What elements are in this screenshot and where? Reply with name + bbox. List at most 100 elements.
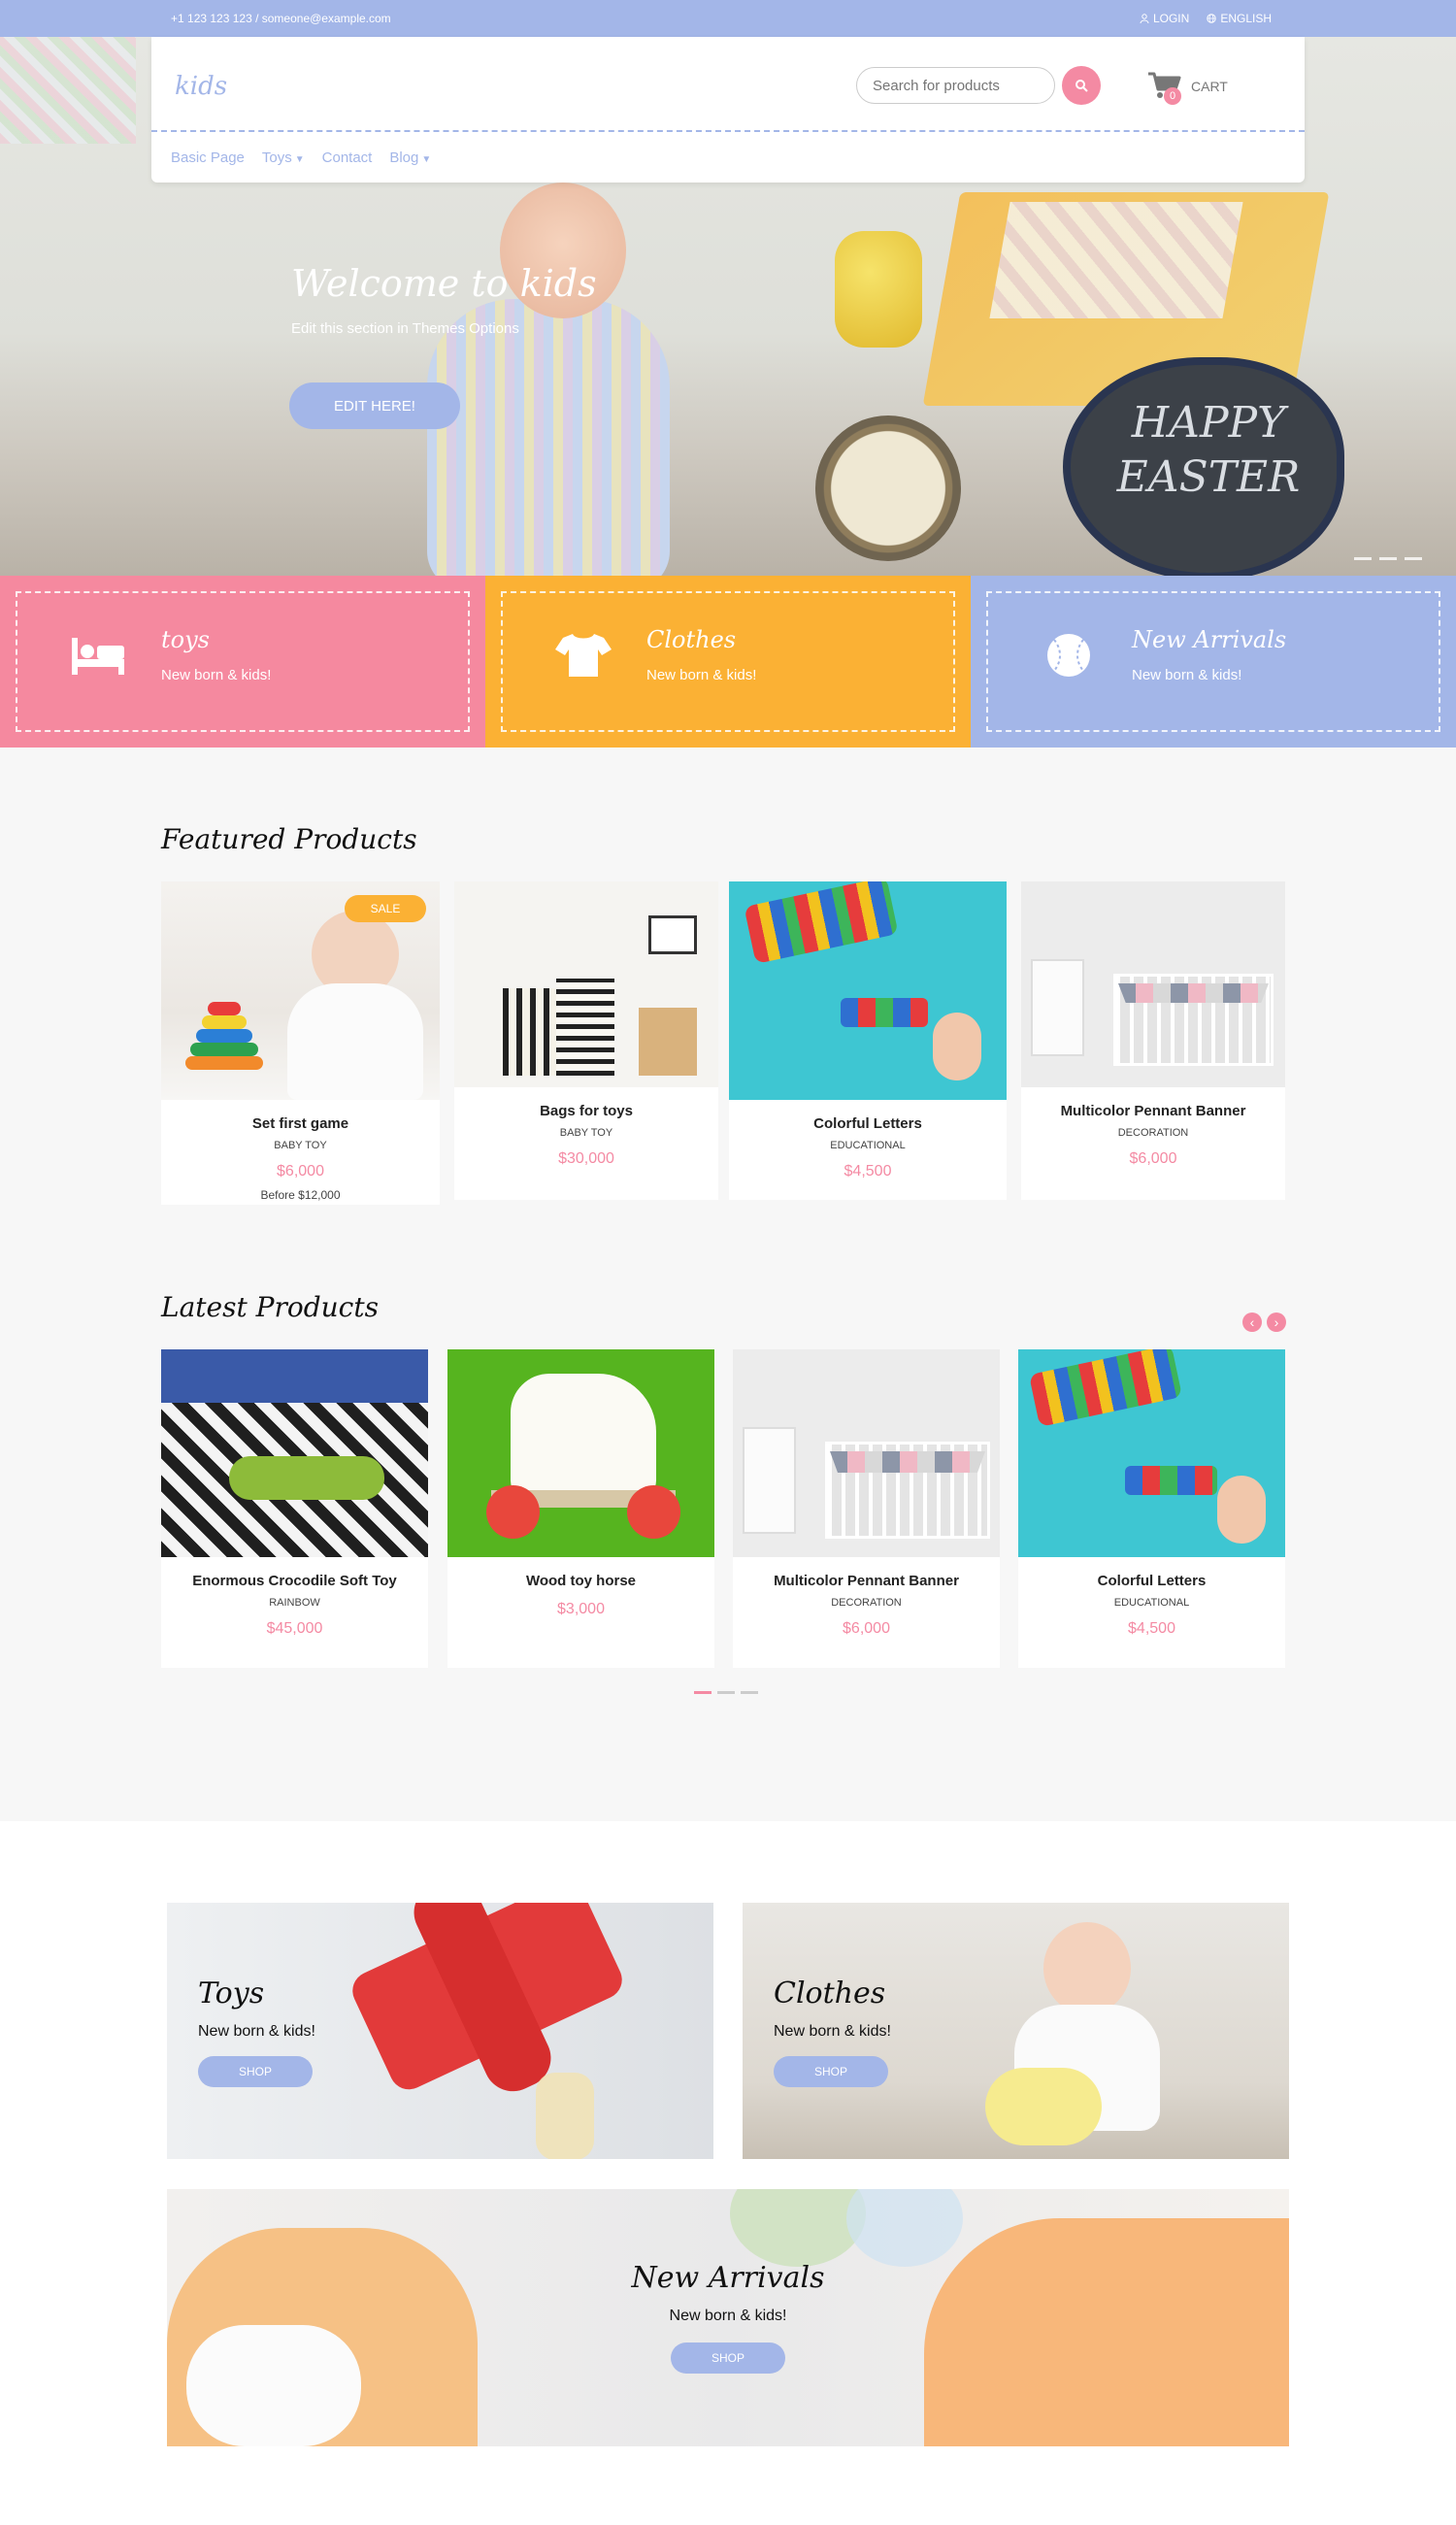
main-nav: Basic Page Toys ▼ Contact Blog ▼ [171,150,431,166]
product-name[interactable]: Colorful Letters [1018,1573,1285,1589]
product-category: DECORATION [1117,1127,1189,1139]
product-image-toy-bags[interactable] [454,881,718,1087]
pager-dot[interactable] [694,1691,711,1694]
category-tile-new-arrivals[interactable]: New Arrivals New born & kids! [971,576,1456,748]
slider-dot[interactable] [1354,557,1372,560]
banner-subtitle: New born & kids! [774,2023,891,2040]
product-category: RAINBOW [269,1597,320,1609]
product-price: $6,000 [1129,1150,1177,1167]
product-card[interactable]: Enormous Crocodile Soft Toy RAINBOW $45,… [161,1349,428,1668]
cart-button[interactable]: 0 CART [1146,68,1243,107]
slider-dot[interactable] [1379,557,1397,560]
hero-lemons-image [835,231,922,348]
product-name[interactable]: Enormous Crocodile Soft Toy [161,1573,428,1589]
hero-subtitle: Edit this section in Themes Options [291,320,519,337]
product-price: $6,000 [277,1163,324,1179]
product-price: $45,000 [266,1620,323,1637]
promo-banner-clothes[interactable]: Clothes New born & kids! SHOP [743,1903,1289,2159]
wall-decoration [0,37,136,144]
category-tiles: toys New born & kids! Clothes New born &… [0,576,1456,748]
site-logo[interactable]: kids [175,72,227,101]
product-card[interactable]: Wood toy horse $3,000 [447,1349,714,1668]
banner-subtitle: New born & kids! [669,2308,787,2324]
site-header: kids 0 CART Basic Page Toys▼ Contact Blo… [151,37,1305,183]
language-selector[interactable]: ENGLISH [1207,12,1272,25]
promo-banner-toys[interactable]: Toys New born & kids! SHOP [167,1903,713,2159]
product-card[interactable]: Colorful Letters EDUCATIONAL $4,500 [1018,1349,1285,1668]
product-category: BABY TOY [559,1127,613,1139]
product-category: EDUCATIONAL [830,1140,906,1151]
product-name[interactable]: Set first game [161,1115,440,1132]
product-price: $4,500 [1128,1620,1175,1637]
search-icon [1075,80,1088,92]
product-price: $3,000 [557,1601,605,1617]
hero-title: Welcome to kids [291,262,597,305]
hero-baby-image [383,183,704,576]
edit-here-button[interactable]: EDIT HERE! [289,382,460,429]
sale-badge: SALE [345,895,426,922]
product-price: $6,000 [843,1620,890,1637]
carousel-pager [694,1691,758,1694]
category-tile-clothes[interactable]: Clothes New born & kids! [485,576,971,748]
nav-label: Contact [321,150,373,166]
product-price: $30,000 [558,1150,614,1167]
search-button[interactable] [1062,66,1101,105]
tshirt-icon [555,634,612,677]
shop-button[interactable]: SHOP [198,2056,313,2087]
tile-title: New Arrivals [1132,626,1287,653]
product-image-colorful-letters[interactable] [1018,1349,1285,1557]
product-card[interactable]: SALE Set first game BABY TOY $6,000 Befo… [161,881,440,1205]
product-image-pennant-banner[interactable] [1021,881,1285,1087]
featured-products-title: Featured Products [161,823,417,855]
product-category: EDUCATIONAL [1113,1597,1190,1609]
nav-label: Basic Page [171,150,245,166]
pager-dot[interactable] [741,1691,758,1694]
product-name[interactable]: Multicolor Pennant Banner [1021,1103,1285,1119]
bed-icon [72,638,124,675]
product-name[interactable]: Wood toy horse [447,1573,714,1589]
product-image-wood-horse[interactable] [447,1349,714,1557]
nav-item-contact[interactable]: Contact [322,150,373,166]
product-category: BABY TOY [274,1140,327,1151]
nav-item-blog[interactable]: Blog ▼ [389,150,431,166]
nav-item-toys[interactable]: Toys ▼ [262,150,305,166]
nav-label: Toys [261,150,292,166]
pager-dot[interactable] [717,1691,735,1694]
cart-label: CART [1191,79,1228,94]
product-price: $4,500 [844,1163,892,1179]
product-image-crocodile[interactable] [161,1349,428,1557]
tile-subtitle: New born & kids! [646,667,757,683]
product-card[interactable]: Multicolor Pennant Banner DECORATION $6,… [733,1349,1000,1668]
product-name[interactable]: Multicolor Pennant Banner [733,1573,1000,1589]
product-image-pennant-banner[interactable] [733,1349,1000,1557]
banner-subtitle: New born & kids! [198,2023,315,2040]
nav-item-basic-page[interactable]: Basic Page [171,150,245,166]
slider-dot[interactable] [1405,557,1422,560]
product-old-price: Before $12,000 [260,1188,341,1202]
category-tile-toys[interactable]: toys New born & kids! [0,576,485,748]
banner-title: Toys [198,1977,265,2010]
tile-subtitle: New born & kids! [1132,667,1242,683]
promo-banner-new-arrivals[interactable]: New Arrivals New born & kids! SHOP [167,2189,1289,2446]
tile-title: Clothes [646,626,737,653]
shop-button[interactable]: SHOP [774,2056,888,2087]
chevron-left-icon[interactable]: ‹ [1242,1312,1262,1332]
product-image-colorful-letters[interactable] [729,881,1007,1100]
search-input[interactable] [856,67,1055,104]
product-name[interactable]: Colorful Letters [729,1115,1007,1132]
product-card[interactable]: Multicolor Pennant Banner DECORATION $6,… [1021,881,1285,1200]
banner-title: Clothes [774,1977,886,2010]
login-label: LOGIN [1152,12,1190,25]
product-image-stacking-rings[interactable]: SALE [161,881,440,1100]
chevron-right-icon[interactable]: › [1267,1312,1286,1332]
product-card[interactable]: Bags for toys BABY TOY $30,000 [454,881,718,1200]
caret-down-icon: ▼ [294,154,305,165]
shop-button[interactable]: SHOP [671,2342,785,2374]
baseball-icon [1047,634,1090,677]
product-name[interactable]: Bags for toys [454,1103,718,1119]
caret-down-icon: ▼ [421,154,432,165]
login-link[interactable]: LOGIN [1140,12,1189,25]
globe-icon [1207,14,1217,23]
cart-count-badge: 0 [1164,87,1181,105]
product-card[interactable]: Colorful Letters EDUCATIONAL $4,500 [729,881,1007,1200]
